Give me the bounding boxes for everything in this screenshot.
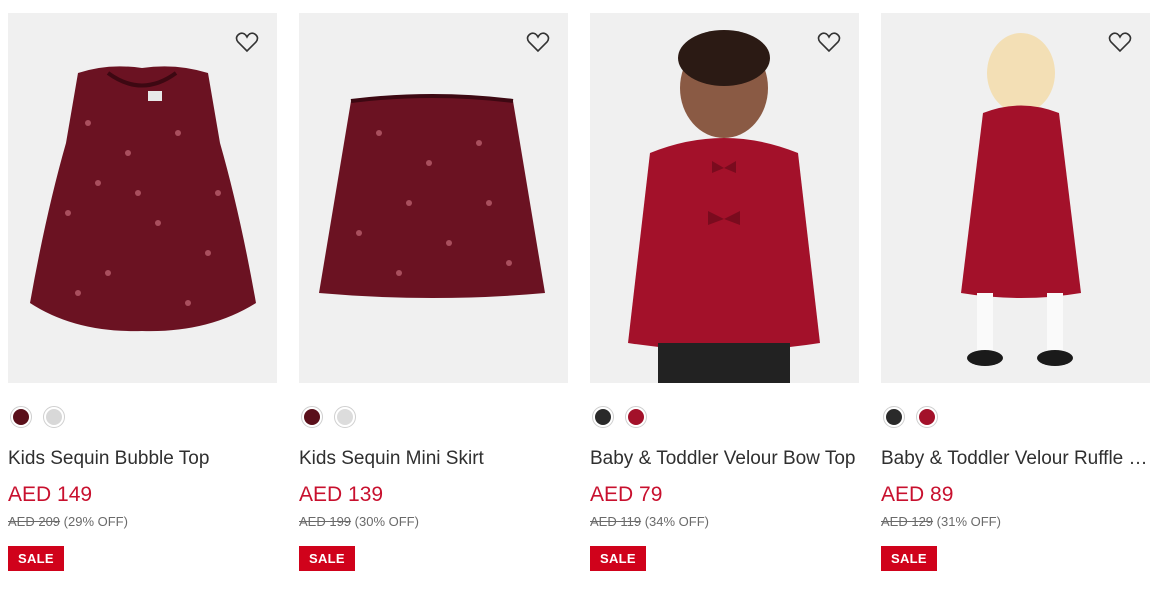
swatch-burgundy[interactable]	[10, 406, 32, 428]
color-swatches	[883, 406, 938, 428]
swatch-red[interactable]	[916, 406, 938, 428]
sale-badge: SALE	[881, 546, 937, 571]
discount-text: (29% OFF)	[63, 514, 128, 529]
product-name[interactable]: Kids Sequin Bubble Top	[8, 448, 277, 470]
product-card[interactable]: Baby & Toddler Velour Bow Top AED 79 AED…	[590, 13, 859, 571]
product-card[interactable]: Kids Sequin Mini Skirt AED 139 AED 199 (…	[299, 13, 568, 571]
heart-outline-icon	[235, 32, 259, 53]
sale-price: AED 89	[881, 483, 954, 506]
original-price-row: AED 209 (29% OFF)	[8, 514, 128, 529]
original-price: AED 129	[881, 514, 934, 529]
sale-price: AED 79	[590, 483, 663, 506]
swatch-silver[interactable]	[334, 406, 356, 428]
product-card[interactable]: Baby & Toddler Velour Ruffle C... AED 89…	[881, 13, 1150, 571]
product-name[interactable]: Kids Sequin Mini Skirt	[299, 448, 568, 470]
product-image[interactable]	[590, 13, 859, 383]
original-price: AED 199	[299, 514, 352, 529]
product-card[interactable]: Kids Sequin Bubble Top AED 149 AED 209 (…	[8, 13, 277, 571]
wishlist-button[interactable]	[526, 31, 550, 55]
product-image[interactable]	[299, 13, 568, 383]
heart-outline-icon	[526, 32, 550, 53]
wishlist-button[interactable]	[817, 31, 841, 55]
sale-badge: SALE	[299, 546, 355, 571]
sequin-skirt-image	[299, 13, 568, 383]
product-name[interactable]: Baby & Toddler Velour Ruffle C...	[881, 448, 1150, 470]
sequin-top-image	[8, 13, 277, 383]
swatch-black[interactable]	[592, 406, 614, 428]
swatch-burgundy[interactable]	[301, 406, 323, 428]
swatch-red[interactable]	[625, 406, 647, 428]
original-price: AED 209	[8, 514, 61, 529]
wishlist-button[interactable]	[1108, 31, 1132, 55]
product-name[interactable]: Baby & Toddler Velour Bow Top	[590, 448, 859, 470]
heart-outline-icon	[1108, 32, 1132, 53]
sale-price: AED 139	[299, 483, 384, 506]
sale-price: AED 149	[8, 483, 93, 506]
product-image[interactable]	[8, 13, 277, 383]
original-price-row: AED 199 (30% OFF)	[299, 514, 419, 529]
color-swatches	[301, 406, 356, 428]
color-swatches	[592, 406, 647, 428]
discount-text: (34% OFF)	[644, 514, 709, 529]
wishlist-button[interactable]	[235, 31, 259, 55]
sale-badge: SALE	[590, 546, 646, 571]
discount-text: (30% OFF)	[354, 514, 419, 529]
discount-text: (31% OFF)	[936, 514, 1001, 529]
original-price: AED 119	[590, 514, 642, 529]
original-price-row: AED 129 (31% OFF)	[881, 514, 1001, 529]
velour-ruffle-dress-image	[881, 13, 1150, 383]
swatch-black[interactable]	[883, 406, 905, 428]
original-price-row: AED 119 (34% OFF)	[590, 514, 709, 529]
product-grid: Kids Sequin Bubble Top AED 149 AED 209 (…	[0, 0, 1158, 589]
product-image[interactable]	[881, 13, 1150, 383]
sale-badge: SALE	[8, 546, 64, 571]
heart-outline-icon	[817, 32, 841, 53]
swatch-silver[interactable]	[43, 406, 65, 428]
color-swatches	[10, 406, 65, 428]
velour-bow-top-image	[590, 13, 859, 383]
